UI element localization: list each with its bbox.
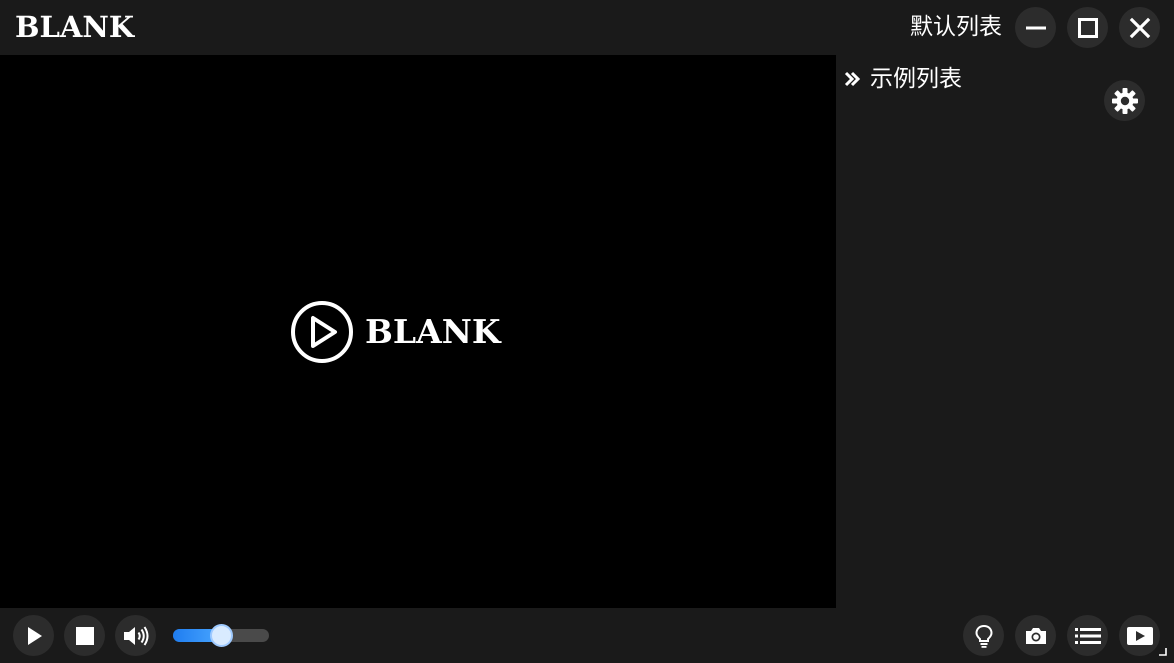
settings-button[interactable] (1104, 80, 1145, 121)
volume-slider[interactable] (173, 624, 269, 647)
volume-button[interactable] (115, 615, 156, 656)
list-icon (1074, 627, 1101, 644)
chevron-right-icon (844, 71, 861, 87)
gear-icon (1111, 87, 1138, 114)
stop-icon (75, 626, 94, 645)
current-playlist-name[interactable]: 默认列表 (910, 11, 1002, 43)
stop-button[interactable] (64, 615, 105, 656)
play-box-icon (1126, 626, 1153, 645)
tips-button[interactable] (963, 615, 1004, 656)
playlist-item-label: 示例列表 (870, 66, 962, 92)
minimize-icon (1025, 26, 1046, 29)
lightbulb-icon (974, 624, 993, 648)
maximize-button[interactable] (1067, 7, 1108, 48)
video-placeholder-logo: BLANK (290, 300, 535, 364)
play-circle-icon (291, 301, 353, 363)
player-window: BLANK 默认列表 BLANK 示例列表 (0, 0, 1174, 663)
close-icon (1129, 17, 1150, 38)
playlist-panel: 示例列表 (836, 55, 1174, 608)
title-bar[interactable]: BLANK 默认列表 (0, 0, 1174, 55)
maximize-icon (1077, 17, 1098, 38)
app-logo: BLANK (15, 10, 135, 44)
control-bar (0, 608, 1174, 663)
playlist-toggle-button[interactable] (1067, 615, 1108, 656)
resize-grip-icon[interactable] (1158, 647, 1168, 657)
video-area[interactable]: BLANK (0, 55, 836, 608)
volume-slider-thumb[interactable] (209, 624, 233, 647)
media-button[interactable] (1119, 615, 1160, 656)
speaker-icon (123, 625, 148, 646)
close-button[interactable] (1119, 7, 1160, 48)
minimize-button[interactable] (1015, 7, 1056, 48)
play-icon (27, 626, 42, 645)
screenshot-button[interactable] (1015, 615, 1056, 656)
camera-icon (1025, 627, 1046, 644)
play-button[interactable] (13, 615, 54, 656)
video-logo-text: BLANK (365, 312, 501, 351)
playlist-item[interactable]: 示例列表 (842, 63, 962, 95)
